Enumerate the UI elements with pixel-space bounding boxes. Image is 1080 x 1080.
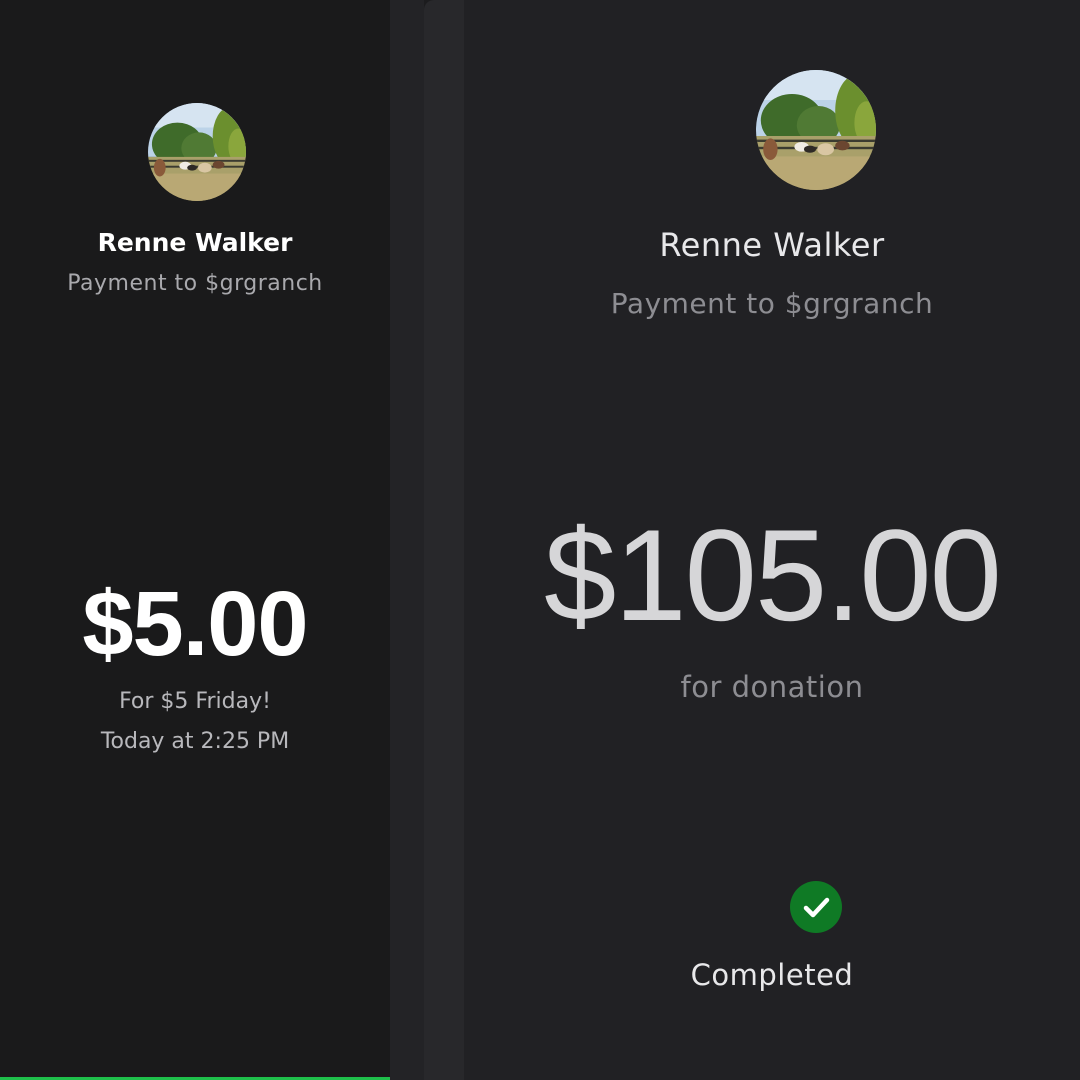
panel-divider [390, 0, 424, 1080]
panel-divider-shade [424, 0, 464, 1080]
checkmark-circle-icon [790, 881, 842, 933]
payment-amount: $5.00 [82, 573, 308, 675]
ranch-photo-icon [148, 103, 246, 201]
left-payment-panel: Renne Walker Payment to $grgranch $5.00 … [0, 0, 390, 1080]
payment-note: For $5 Friday! [119, 689, 271, 714]
payment-note: for donation [680, 670, 864, 704]
right-payment-panel: Renne Walker Payment to $grgranch $105.0… [464, 0, 1080, 1080]
payment-recipient: Payment to $grgranch [67, 271, 323, 296]
payment-amount: $105.00 [544, 502, 1002, 648]
status-label: Completed [690, 958, 854, 992]
ranch-photo-icon [756, 70, 876, 190]
payment-recipient: Payment to $grgranch [610, 287, 934, 320]
payment-timestamp: Today at 2:25 PM [100, 729, 290, 754]
payer-name: Renne Walker [97, 228, 293, 257]
payer-name: Renne Walker [659, 226, 885, 264]
screenshot-root: Renne Walker Payment to $grgranch $5.00 … [0, 0, 1080, 1080]
